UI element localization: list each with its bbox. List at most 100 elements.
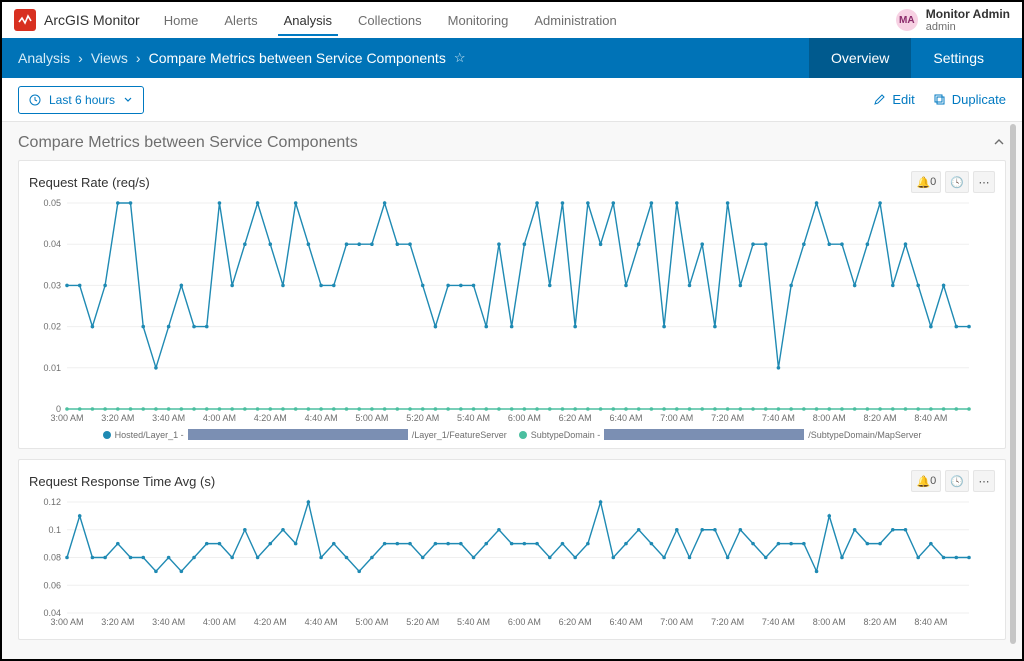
time-button[interactable]: 🕓 (945, 171, 969, 193)
favorite-star-icon[interactable]: ☆ (454, 50, 466, 66)
svg-text:8:40 AM: 8:40 AM (914, 617, 947, 627)
more-button[interactable]: ⋯ (973, 470, 995, 492)
action-bar: Last 6 hours Edit Duplicate (2, 78, 1022, 122)
svg-text:3:00 AM: 3:00 AM (50, 617, 83, 627)
tab-settings[interactable]: Settings (911, 38, 1006, 78)
svg-text:4:40 AM: 4:40 AM (305, 617, 338, 627)
duplicate-button[interactable]: Duplicate (933, 92, 1006, 107)
time-range-label: Last 6 hours (49, 93, 115, 107)
nav-administration[interactable]: Administration (528, 5, 622, 36)
svg-text:7:20 AM: 7:20 AM (711, 413, 744, 423)
ellipsis-icon: ⋯ (979, 475, 990, 488)
svg-text:0.05: 0.05 (43, 198, 61, 208)
nav-monitoring[interactable]: Monitoring (442, 5, 515, 36)
svg-text:4:00 AM: 4:00 AM (203, 617, 236, 627)
svg-text:7:00 AM: 7:00 AM (660, 617, 693, 627)
svg-text:8:00 AM: 8:00 AM (813, 617, 846, 627)
svg-text:7:00 AM: 7:00 AM (660, 413, 693, 423)
clock-icon: 🕓 (950, 176, 964, 189)
clock-icon: 🕓 (950, 475, 964, 488)
crumb-views[interactable]: Views (91, 50, 128, 66)
brand-name: ArcGIS Monitor (44, 12, 140, 28)
alerts-button[interactable]: 🔔0 (911, 470, 941, 492)
nav-analysis[interactable]: Analysis (278, 5, 338, 36)
svg-text:6:40 AM: 6:40 AM (609, 617, 642, 627)
svg-text:5:20 AM: 5:20 AM (406, 413, 439, 423)
chart-response-time: 0.040.060.080.10.123:00 AM3:20 AM3:40 AM… (29, 496, 977, 631)
chevron-down-icon (123, 95, 133, 105)
clock-icon (29, 94, 41, 106)
panel-request-rate: Request Rate (req/s) 🔔0 🕓 ⋯ 00.010.020.0… (18, 160, 1006, 449)
bell-icon: 🔔 (916, 475, 930, 488)
user-name: Monitor Admin (926, 7, 1010, 21)
more-button[interactable]: ⋯ (973, 171, 995, 193)
svg-text:5:40 AM: 5:40 AM (457, 413, 490, 423)
svg-text:3:40 AM: 3:40 AM (152, 617, 185, 627)
panel-title: Request Rate (req/s) (29, 175, 911, 190)
svg-text:4:00 AM: 4:00 AM (203, 413, 236, 423)
svg-text:4:40 AM: 4:40 AM (305, 413, 338, 423)
panel-title: Request Response Time Avg (s) (29, 474, 911, 489)
pencil-icon (873, 93, 886, 106)
ellipsis-icon: ⋯ (979, 176, 990, 189)
svg-text:6:00 AM: 6:00 AM (508, 617, 541, 627)
svg-text:0.06: 0.06 (43, 580, 61, 590)
chevron-right-icon: › (78, 50, 83, 66)
chevron-up-icon (992, 135, 1006, 149)
svg-text:0.03: 0.03 (43, 280, 61, 290)
time-button[interactable]: 🕓 (945, 470, 969, 492)
svg-text:7:40 AM: 7:40 AM (762, 617, 795, 627)
svg-text:4:20 AM: 4:20 AM (254, 617, 287, 627)
legend-item: Hosted/Layer_1 - /Layer_1/FeatureServer (103, 429, 507, 440)
svg-text:0.04: 0.04 (43, 239, 61, 249)
section-title: Compare Metrics between Service Componen… (18, 134, 992, 152)
chart-request-rate: 00.010.020.030.040.053:00 AM3:20 AM3:40 … (29, 197, 977, 427)
svg-text:8:40 AM: 8:40 AM (914, 413, 947, 423)
panel-response-time: Request Response Time Avg (s) 🔔0 🕓 ⋯ 0.0… (18, 459, 1006, 640)
top-nav: Home Alerts Analysis Collections Monitoring A… (158, 5, 896, 36)
svg-text:0.12: 0.12 (43, 497, 61, 507)
svg-text:8:00 AM: 8:00 AM (813, 413, 846, 423)
alerts-button[interactable]: 🔔0 (911, 171, 941, 193)
redacted-text (188, 429, 408, 440)
legend-marker-icon (519, 431, 527, 439)
nav-alerts[interactable]: Alerts (218, 5, 263, 36)
svg-text:6:20 AM: 6:20 AM (559, 413, 592, 423)
user-role: admin (926, 21, 1010, 33)
chart-legend: Hosted/Layer_1 - /Layer_1/FeatureServer … (29, 429, 995, 440)
svg-text:7:20 AM: 7:20 AM (711, 617, 744, 627)
svg-text:3:20 AM: 3:20 AM (101, 413, 134, 423)
svg-text:0.08: 0.08 (43, 553, 61, 563)
svg-text:3:40 AM: 3:40 AM (152, 413, 185, 423)
edit-button[interactable]: Edit (873, 92, 914, 107)
svg-text:4:20 AM: 4:20 AM (254, 413, 287, 423)
svg-text:0.02: 0.02 (43, 322, 61, 332)
nav-collections[interactable]: Collections (352, 5, 428, 36)
collapse-section-button[interactable] (992, 135, 1006, 152)
user-box[interactable]: MA Monitor Admin admin (896, 7, 1010, 33)
chevron-right-icon: › (136, 50, 141, 66)
content-area: Compare Metrics between Service Componen… (2, 122, 1022, 659)
breadcrumb-bar: Analysis › Views › Compare Metrics betwe… (2, 38, 1022, 78)
svg-text:6:40 AM: 6:40 AM (609, 413, 642, 423)
time-range-picker[interactable]: Last 6 hours (18, 86, 144, 114)
app-logo (14, 9, 36, 31)
avatar: MA (896, 9, 918, 31)
legend-marker-icon (103, 431, 111, 439)
nav-home[interactable]: Home (158, 5, 205, 36)
svg-text:3:20 AM: 3:20 AM (101, 617, 134, 627)
scrollbar[interactable] (1010, 124, 1016, 644)
svg-text:3:00 AM: 3:00 AM (50, 413, 83, 423)
svg-text:8:20 AM: 8:20 AM (864, 617, 897, 627)
svg-text:5:40 AM: 5:40 AM (457, 617, 490, 627)
tab-overview[interactable]: Overview (809, 38, 911, 78)
crumb-root[interactable]: Analysis (18, 50, 70, 66)
copy-icon (933, 93, 946, 106)
svg-text:6:00 AM: 6:00 AM (508, 413, 541, 423)
topbar: ArcGIS Monitor Home Alerts Analysis Collect… (2, 2, 1022, 38)
svg-text:0.01: 0.01 (43, 363, 61, 373)
svg-text:5:20 AM: 5:20 AM (406, 617, 439, 627)
section-header: Compare Metrics between Service Componen… (18, 134, 1006, 152)
redacted-text (604, 429, 804, 440)
svg-text:0.1: 0.1 (48, 525, 61, 535)
